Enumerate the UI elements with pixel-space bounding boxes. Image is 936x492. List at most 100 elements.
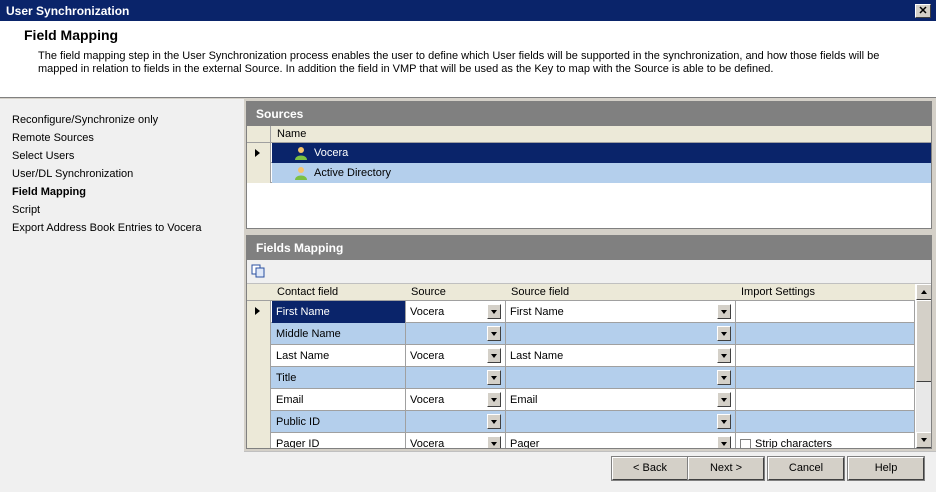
row-selector[interactable] [247,367,271,389]
import-settings-cell[interactable] [736,345,915,367]
window-title: User Synchronization [6,4,130,18]
source-field-cell[interactable]: Pager [506,433,736,448]
fields-grid: Contact field Source Source field Import… [247,284,915,449]
strip-characters-label: Strip characters [755,438,833,449]
source-field-dropdown-button[interactable] [717,348,731,363]
back-button[interactable]: < Back [611,456,689,481]
table-row[interactable]: Last Name Vocera Last Name [247,345,915,367]
nav-item-export-address-book[interactable]: Export Address Book Entries to Vocera [0,219,244,237]
fields-grid-header: Contact field Source Source field Import… [247,284,915,301]
import-settings-cell[interactable] [736,367,915,389]
table-row[interactable]: Middle Name [247,323,915,345]
user-icon [295,167,307,180]
scroll-thumb[interactable] [916,300,931,382]
contact-field-cell[interactable]: Middle Name [272,323,406,345]
contact-field-cell[interactable]: Title [272,367,406,389]
page-header: Field Mapping The field mapping step in … [0,22,936,98]
scroll-up-button[interactable] [916,284,931,300]
source-field-cell[interactable] [506,323,736,345]
fields-scrollbar[interactable] [916,284,931,448]
row-selector[interactable] [247,143,271,163]
source-dropdown-button[interactable] [487,348,501,363]
copy-icon[interactable] [251,264,265,278]
source-name: Active Directory [314,167,392,179]
contact-field-cell[interactable]: Public ID [272,411,406,433]
table-row[interactable]: Public ID [247,411,915,433]
sources-table-header: Name [247,126,931,143]
source-field-cell[interactable]: First Name [506,301,736,323]
import-settings-cell[interactable] [736,323,915,345]
import-settings-cell[interactable] [736,389,915,411]
row-selector[interactable] [247,411,271,433]
table-row[interactable]: Email Vocera Email [247,389,915,411]
row-selector[interactable] [247,323,271,345]
contact-field-cell[interactable]: First Name [272,301,406,323]
fields-mapping-panel: Fields Mapping Contact field Source Sour… [246,235,932,449]
nav-item-remote-sources[interactable]: Remote Sources [0,129,244,147]
fields-toolbar [247,260,931,284]
source-field-dropdown-button[interactable] [717,370,731,385]
source-field-dropdown-button[interactable] [717,436,731,448]
strip-characters-checkbox[interactable] [740,439,751,448]
source-row[interactable]: Vocera [247,143,931,163]
next-button[interactable]: Next > [687,456,765,481]
current-row-icon [255,307,260,315]
source-dropdown-button[interactable] [487,414,501,429]
table-row[interactable]: Title [247,367,915,389]
page-title: Field Mapping [24,27,119,43]
row-selector[interactable] [247,389,271,411]
table-row[interactable]: Pager ID Vocera Pager Strip characters [247,433,915,449]
source-dropdown-button[interactable] [487,370,501,385]
wizard-steps-nav: Reconfigure/Synchronize only Remote Sour… [0,99,244,492]
fields-mapping-header: Fields Mapping [247,236,931,260]
source-name-cell[interactable]: Active Directory [272,163,931,183]
source-field-dropdown-button[interactable] [717,392,731,407]
contact-field-cell[interactable]: Email [272,389,406,411]
nav-item-reconfigure[interactable]: Reconfigure/Synchronize only [0,111,244,129]
nav-item-script[interactable]: Script [0,201,244,219]
nav-item-field-mapping[interactable]: Field Mapping [0,183,244,201]
source-field-cell[interactable] [506,411,736,433]
help-button[interactable]: Help [847,456,925,481]
source-dropdown-button[interactable] [487,326,501,341]
row-selector[interactable] [247,163,271,183]
import-settings-cell[interactable] [736,301,915,323]
sources-table: Name Vocera Active Directory [247,126,931,183]
column-source[interactable]: Source [411,286,446,298]
close-button[interactable]: ✕ [915,4,931,18]
row-selector[interactable] [247,345,271,367]
main-content: Sources Name Vocera Active Directory Fie… [244,99,936,492]
page-description: The field mapping step in the User Synch… [38,50,880,75]
source-dropdown-button[interactable] [487,392,501,407]
column-import-settings[interactable]: Import Settings [741,286,815,298]
import-settings-cell[interactable] [736,411,915,433]
wizard-footer: < Back Next > Cancel Help [244,451,936,492]
sources-header: Sources [247,102,931,126]
column-name[interactable]: Name [277,128,306,140]
contact-field-cell[interactable]: Pager ID [272,433,406,448]
column-contact-field[interactable]: Contact field [277,286,338,298]
close-icon: ✕ [918,5,928,17]
row-selector[interactable] [247,301,271,323]
source-field-cell[interactable]: Last Name [506,345,736,367]
source-row[interactable]: Active Directory [247,163,931,183]
source-field-cell[interactable]: Email [506,389,736,411]
cancel-button[interactable]: Cancel [767,456,845,481]
source-name: Vocera [314,147,349,159]
source-dropdown-button[interactable] [487,436,501,448]
column-source-field[interactable]: Source field [511,286,569,298]
row-selector[interactable] [247,433,271,448]
source-field-cell[interactable] [506,367,736,389]
title-bar: User Synchronization ✕ [0,0,936,22]
source-field-dropdown-button[interactable] [717,304,731,319]
contact-field-cell[interactable]: Last Name [272,345,406,367]
scroll-down-button[interactable] [916,432,931,448]
table-row[interactable]: First Name Vocera First Name [247,301,915,323]
source-field-dropdown-button[interactable] [717,414,731,429]
nav-item-select-users[interactable]: Select Users [0,147,244,165]
nav-item-user-dl-sync[interactable]: User/DL Synchronization [0,165,244,183]
sources-panel: Sources Name Vocera Active Directory [246,101,932,229]
source-dropdown-button[interactable] [487,304,501,319]
source-field-dropdown-button[interactable] [717,326,731,341]
source-name-cell[interactable]: Vocera [272,143,931,163]
